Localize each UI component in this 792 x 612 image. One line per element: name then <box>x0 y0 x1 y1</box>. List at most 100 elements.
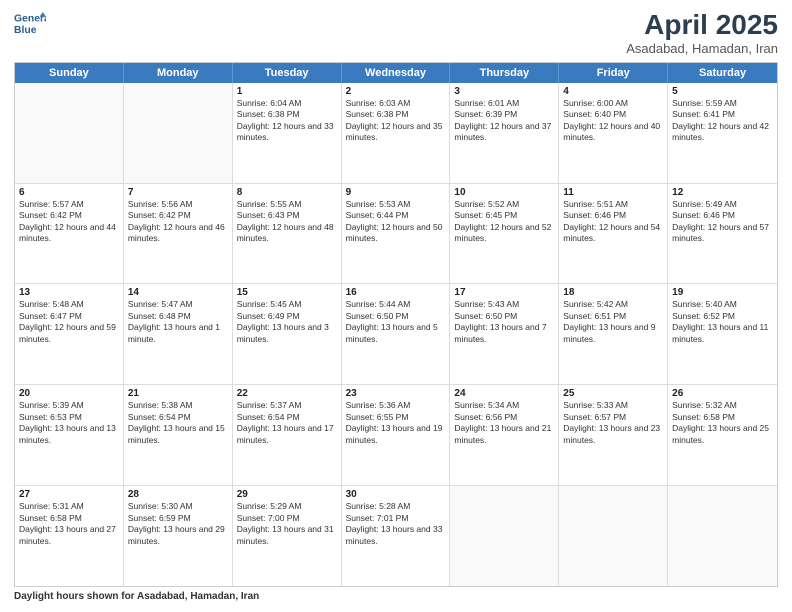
day-number: 22 <box>237 388 337 399</box>
day-info: Sunrise: 6:03 AMSunset: 6:38 PMDaylight:… <box>346 98 446 144</box>
calendar-cell: 3Sunrise: 6:01 AMSunset: 6:39 PMDaylight… <box>450 83 559 183</box>
day-info: Sunrise: 5:39 AMSunset: 6:53 PMDaylight:… <box>19 400 119 446</box>
title-block: April 2025 Asadabad, Hamadan, Iran <box>626 10 778 56</box>
day-number: 14 <box>128 287 228 298</box>
day-number: 6 <box>19 187 119 198</box>
footer-note: Daylight hours shown for Asadabad, Hamad… <box>14 591 778 602</box>
day-info: Sunrise: 5:29 AMSunset: 7:00 PMDaylight:… <box>237 501 337 547</box>
day-number: 16 <box>346 287 446 298</box>
day-number: 21 <box>128 388 228 399</box>
logo: General Blue <box>14 10 46 38</box>
calendar-cell <box>668 486 777 586</box>
day-info: Sunrise: 5:34 AMSunset: 6:56 PMDaylight:… <box>454 400 554 446</box>
day-info: Sunrise: 6:04 AMSunset: 6:38 PMDaylight:… <box>237 98 337 144</box>
day-number: 9 <box>346 187 446 198</box>
day-number: 12 <box>672 187 773 198</box>
day-info: Sunrise: 5:57 AMSunset: 6:42 PMDaylight:… <box>19 199 119 245</box>
calendar-cell <box>450 486 559 586</box>
day-info: Sunrise: 5:44 AMSunset: 6:50 PMDaylight:… <box>346 299 446 345</box>
page: General Blue April 2025 Asadabad, Hamada… <box>0 0 792 612</box>
day-info: Sunrise: 5:40 AMSunset: 6:52 PMDaylight:… <box>672 299 773 345</box>
day-number: 28 <box>128 489 228 500</box>
calendar-cell <box>559 486 668 586</box>
day-info: Sunrise: 5:59 AMSunset: 6:41 PMDaylight:… <box>672 98 773 144</box>
day-info: Sunrise: 5:51 AMSunset: 6:46 PMDaylight:… <box>563 199 663 245</box>
day-info: Sunrise: 5:37 AMSunset: 6:54 PMDaylight:… <box>237 400 337 446</box>
month-title: April 2025 <box>626 10 778 41</box>
day-number: 17 <box>454 287 554 298</box>
day-number: 15 <box>237 287 337 298</box>
calendar-cell: 19Sunrise: 5:40 AMSunset: 6:52 PMDayligh… <box>668 284 777 384</box>
calendar-cell: 10Sunrise: 5:52 AMSunset: 6:45 PMDayligh… <box>450 184 559 284</box>
calendar-header: SundayMondayTuesdayWednesdayThursdayFrid… <box>15 63 777 83</box>
calendar-cell: 6Sunrise: 5:57 AMSunset: 6:42 PMDaylight… <box>15 184 124 284</box>
day-info: Sunrise: 5:56 AMSunset: 6:42 PMDaylight:… <box>128 199 228 245</box>
day-info: Sunrise: 5:43 AMSunset: 6:50 PMDaylight:… <box>454 299 554 345</box>
day-number: 30 <box>346 489 446 500</box>
day-info: Sunrise: 5:33 AMSunset: 6:57 PMDaylight:… <box>563 400 663 446</box>
day-info: Sunrise: 5:52 AMSunset: 6:45 PMDaylight:… <box>454 199 554 245</box>
calendar-cell: 24Sunrise: 5:34 AMSunset: 6:56 PMDayligh… <box>450 385 559 485</box>
day-number: 11 <box>563 187 663 198</box>
day-info: Sunrise: 5:30 AMSunset: 6:59 PMDaylight:… <box>128 501 228 547</box>
calendar-cell: 16Sunrise: 5:44 AMSunset: 6:50 PMDayligh… <box>342 284 451 384</box>
day-of-week-header: Monday <box>124 63 233 83</box>
day-number: 23 <box>346 388 446 399</box>
day-info: Sunrise: 5:31 AMSunset: 6:58 PMDaylight:… <box>19 501 119 547</box>
day-number: 18 <box>563 287 663 298</box>
calendar-cell: 30Sunrise: 5:28 AMSunset: 7:01 PMDayligh… <box>342 486 451 586</box>
day-number: 2 <box>346 86 446 97</box>
calendar-cell: 9Sunrise: 5:53 AMSunset: 6:44 PMDaylight… <box>342 184 451 284</box>
day-of-week-header: Friday <box>559 63 668 83</box>
day-number: 19 <box>672 287 773 298</box>
svg-text:Blue: Blue <box>14 25 37 36</box>
calendar-cell: 12Sunrise: 5:49 AMSunset: 6:46 PMDayligh… <box>668 184 777 284</box>
footer-description: shown for Asadabad, Hamadan, Iran <box>87 591 259 602</box>
footer-label: Daylight hours <box>14 591 84 602</box>
calendar: SundayMondayTuesdayWednesdayThursdayFrid… <box>14 62 778 587</box>
day-info: Sunrise: 5:55 AMSunset: 6:43 PMDaylight:… <box>237 199 337 245</box>
day-info: Sunrise: 5:49 AMSunset: 6:46 PMDaylight:… <box>672 199 773 245</box>
calendar-cell: 4Sunrise: 6:00 AMSunset: 6:40 PMDaylight… <box>559 83 668 183</box>
day-info: Sunrise: 5:42 AMSunset: 6:51 PMDaylight:… <box>563 299 663 345</box>
day-info: Sunrise: 6:00 AMSunset: 6:40 PMDaylight:… <box>563 98 663 144</box>
day-of-week-header: Thursday <box>450 63 559 83</box>
calendar-cell: 28Sunrise: 5:30 AMSunset: 6:59 PMDayligh… <box>124 486 233 586</box>
day-info: Sunrise: 5:32 AMSunset: 6:58 PMDaylight:… <box>672 400 773 446</box>
day-number: 7 <box>128 187 228 198</box>
generalblue-logo-icon: General Blue <box>14 10 46 38</box>
calendar-cell: 15Sunrise: 5:45 AMSunset: 6:49 PMDayligh… <box>233 284 342 384</box>
calendar-cell: 23Sunrise: 5:36 AMSunset: 6:55 PMDayligh… <box>342 385 451 485</box>
calendar-cell: 17Sunrise: 5:43 AMSunset: 6:50 PMDayligh… <box>450 284 559 384</box>
day-number: 29 <box>237 489 337 500</box>
day-info: Sunrise: 5:45 AMSunset: 6:49 PMDaylight:… <box>237 299 337 345</box>
calendar-cell: 11Sunrise: 5:51 AMSunset: 6:46 PMDayligh… <box>559 184 668 284</box>
calendar-cell <box>15 83 124 183</box>
calendar-body: 1Sunrise: 6:04 AMSunset: 6:38 PMDaylight… <box>15 83 777 586</box>
day-info: Sunrise: 6:01 AMSunset: 6:39 PMDaylight:… <box>454 98 554 144</box>
calendar-week-row: 1Sunrise: 6:04 AMSunset: 6:38 PMDaylight… <box>15 83 777 184</box>
day-of-week-header: Saturday <box>668 63 777 83</box>
day-number: 26 <box>672 388 773 399</box>
location-subtitle: Asadabad, Hamadan, Iran <box>626 41 778 56</box>
day-number: 20 <box>19 388 119 399</box>
calendar-week-row: 6Sunrise: 5:57 AMSunset: 6:42 PMDaylight… <box>15 184 777 285</box>
day-info: Sunrise: 5:53 AMSunset: 6:44 PMDaylight:… <box>346 199 446 245</box>
calendar-week-row: 20Sunrise: 5:39 AMSunset: 6:53 PMDayligh… <box>15 385 777 486</box>
day-info: Sunrise: 5:48 AMSunset: 6:47 PMDaylight:… <box>19 299 119 345</box>
day-info: Sunrise: 5:28 AMSunset: 7:01 PMDaylight:… <box>346 501 446 547</box>
day-number: 3 <box>454 86 554 97</box>
day-number: 5 <box>672 86 773 97</box>
day-number: 10 <box>454 187 554 198</box>
day-number: 4 <box>563 86 663 97</box>
calendar-cell: 18Sunrise: 5:42 AMSunset: 6:51 PMDayligh… <box>559 284 668 384</box>
day-info: Sunrise: 5:38 AMSunset: 6:54 PMDaylight:… <box>128 400 228 446</box>
day-info: Sunrise: 5:36 AMSunset: 6:55 PMDaylight:… <box>346 400 446 446</box>
day-of-week-header: Sunday <box>15 63 124 83</box>
day-number: 13 <box>19 287 119 298</box>
calendar-cell: 29Sunrise: 5:29 AMSunset: 7:00 PMDayligh… <box>233 486 342 586</box>
calendar-week-row: 13Sunrise: 5:48 AMSunset: 6:47 PMDayligh… <box>15 284 777 385</box>
day-number: 8 <box>237 187 337 198</box>
calendar-cell: 26Sunrise: 5:32 AMSunset: 6:58 PMDayligh… <box>668 385 777 485</box>
day-number: 1 <box>237 86 337 97</box>
